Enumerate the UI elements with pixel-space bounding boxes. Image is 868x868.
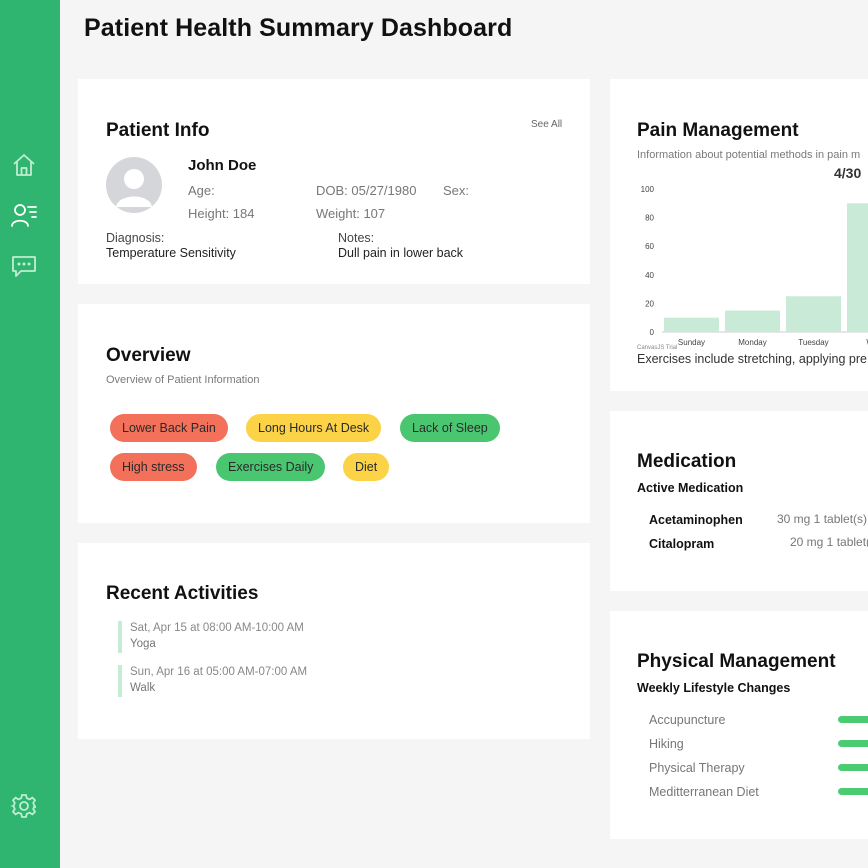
activity-name: Yoga [130, 638, 156, 650]
user-list-icon[interactable] [10, 201, 38, 229]
lifestyle-progress-bar [838, 716, 868, 723]
patient-sex: Sex: [443, 183, 470, 198]
y-tick-label: 0 [650, 328, 655, 337]
medication-subtitle: Active Medication [637, 481, 744, 495]
patient-age: Age: [188, 183, 215, 198]
tag-lack-of-sleep[interactable]: Lack of Sleep [400, 414, 500, 442]
lifestyle-item-label: Meditterranean Diet [649, 785, 759, 799]
lifestyle-progress-bar [838, 788, 868, 795]
activity-name: Walk [130, 682, 156, 694]
lifestyle-item-label: Hiking [649, 737, 684, 751]
medication-name: Acetaminophen [649, 513, 743, 527]
medication-card: Medication Active Medication Acetaminoph… [610, 411, 868, 591]
patient-info-card: Patient Info See All John Doe Age: DOB: … [78, 79, 590, 284]
tag-diet[interactable]: Diet [343, 453, 390, 481]
pain-management-footer: Exercises include stretching, applying p… [637, 352, 867, 366]
patient-info-title: Patient Info [106, 120, 210, 141]
physical-management-card: Physical Management Weekly Lifestyle Cha… [610, 611, 868, 839]
y-tick-label: 40 [645, 271, 654, 280]
chart-credit: CanvasJS Trial [637, 345, 677, 351]
y-tick-label: 80 [645, 214, 654, 223]
home-icon[interactable] [10, 151, 38, 179]
y-tick-label: 100 [641, 185, 655, 194]
x-tick-label: Sunday [678, 338, 705, 347]
overview-title: Overview [106, 345, 191, 366]
sidebar [0, 0, 60, 868]
recent-activities-title: Recent Activities [106, 583, 259, 604]
chart-bar [725, 310, 780, 332]
y-tick-label: 20 [645, 299, 654, 308]
x-tick-label: Monday [738, 338, 766, 347]
activity-marker [118, 621, 122, 653]
chart-bar [664, 317, 719, 332]
patient-height: Height: 184 [188, 206, 255, 221]
tag-high-stress[interactable]: High stress [110, 453, 197, 481]
pain-chart: 020406080100SundayMondayTuesdayWedCanvas… [637, 185, 868, 351]
lifestyle-item-label: Accupuncture [649, 713, 726, 727]
activity-date: Sat, Apr 15 at 08:00 AM-10:00 AM [130, 622, 304, 634]
activity-marker [118, 665, 122, 697]
overview-card: Overview Overview of Patient Information… [78, 304, 590, 523]
pain-management-card: Pain Management Information about potent… [610, 79, 868, 391]
lifestyle-progress-bar [838, 764, 868, 771]
physical-management-subtitle: Weekly Lifestyle Changes [637, 681, 791, 695]
medication-name: Citalopram [649, 537, 715, 551]
tag-lower-back-pain[interactable]: Lower Back Pain [110, 414, 228, 442]
chart-bar [786, 296, 841, 332]
chart-bar [847, 203, 868, 332]
medication-dose: 20 mg 1 tablet(s [790, 535, 868, 549]
tag-exercises-daily[interactable]: Exercises Daily [216, 453, 326, 481]
lifestyle-item-label: Physical Therapy [649, 761, 745, 775]
diagnosis-label: Diagnosis: [106, 231, 165, 245]
physical-management-title: Physical Management [637, 651, 836, 672]
pain-management-subtitle: Information about potential methods in p… [637, 149, 861, 161]
overview-subtitle: Overview of Patient Information [106, 374, 260, 386]
diagnosis-value: Temperature Sensitivity [106, 246, 236, 260]
chat-icon[interactable] [10, 252, 38, 280]
settings-icon[interactable] [10, 792, 38, 820]
medication-title: Medication [637, 451, 737, 472]
activity-date: Sun, Apr 16 at 05:00 AM-07:00 AM [130, 666, 308, 678]
patient-dob: DOB: 05/27/1980 [316, 183, 417, 198]
patient-weight: Weight: 107 [316, 206, 386, 221]
recent-activities-card: Recent Activities Sat, Apr 15 at 08:00 A… [78, 543, 590, 739]
notes-value: Dull pain in lower back [338, 246, 464, 260]
patient-name: John Doe [188, 157, 257, 174]
page-title: Patient Health Summary Dashboard [84, 14, 513, 42]
avatar [106, 157, 162, 213]
medication-dose: 30 mg 1 tablet(s) [777, 512, 868, 526]
x-tick-label: Tuesday [798, 338, 828, 347]
tag-long-hours-at-desk[interactable]: Long Hours At Desk [246, 414, 382, 442]
lifestyle-progress-bar [838, 740, 868, 747]
pain-management-title: Pain Management [637, 120, 799, 141]
see-all-link[interactable]: See All [531, 119, 562, 130]
y-tick-label: 60 [645, 242, 654, 251]
notes-label: Notes: [338, 231, 375, 245]
